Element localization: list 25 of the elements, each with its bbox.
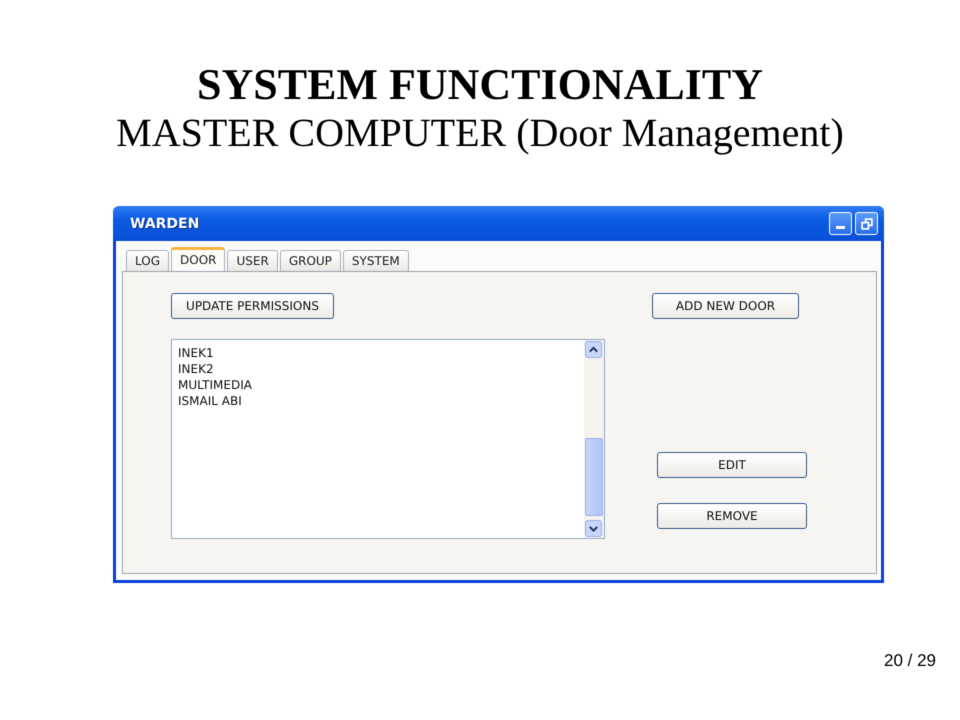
update-permissions-button[interactable]: UPDATE PERMISSIONS [171, 293, 334, 319]
restore-button[interactable] [855, 212, 878, 235]
tab[interactable]: DOOR [171, 247, 226, 271]
scroll-thumb[interactable] [585, 438, 603, 516]
tab[interactable]: GROUP [280, 250, 341, 271]
minimize-icon [836, 226, 845, 228]
minimize-button[interactable] [829, 212, 852, 235]
scroll-up-icon[interactable] [585, 341, 602, 358]
list-item[interactable]: INEK2 [178, 361, 578, 377]
add-new-door-button[interactable]: ADD NEW DOOR [652, 293, 799, 319]
page-number: 20 / 29 [884, 651, 936, 671]
window-title: WARDEN [130, 216, 200, 232]
remove-button[interactable]: REMOVE [657, 503, 807, 529]
slide-title: SYSTEM FUNCTIONALITY [197, 60, 763, 110]
scrollbar[interactable] [584, 340, 604, 538]
slide-subtitle: MASTER COMPUTER (Door Management) [116, 110, 844, 156]
list-item[interactable]: MULTIMEDIA [178, 377, 578, 393]
list-item[interactable]: ISMAIL ABI [178, 393, 578, 409]
edit-button[interactable]: EDIT [657, 452, 807, 478]
tab[interactable]: USER [227, 250, 278, 271]
list-item[interactable]: INEK1 [178, 345, 578, 361]
tab[interactable]: SYSTEM [342, 250, 409, 271]
tab[interactable]: LOG [126, 250, 170, 271]
restore-icon [860, 216, 874, 230]
scroll-down-icon[interactable] [585, 520, 602, 537]
